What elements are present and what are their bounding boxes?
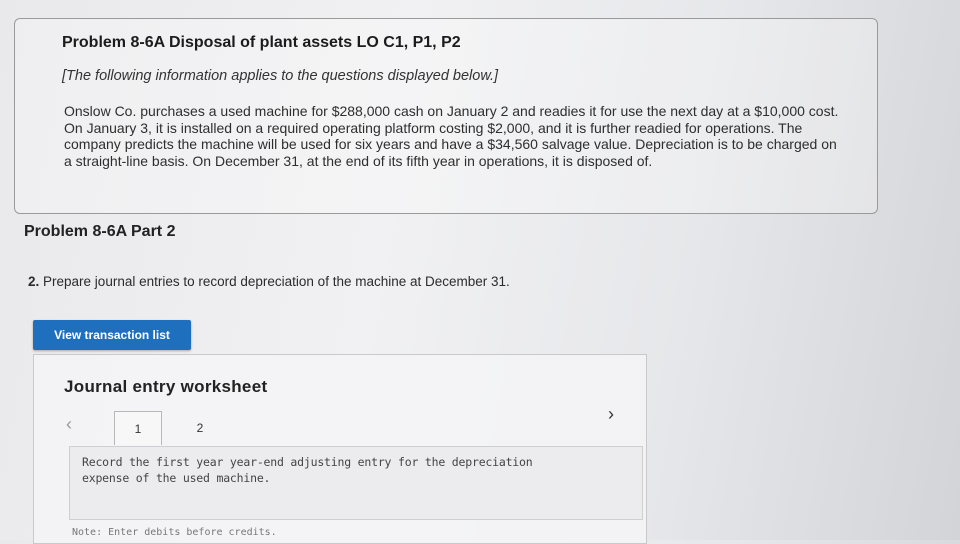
intro-note: [The following information applies to th… (62, 68, 499, 84)
chevron-right-icon[interactable]: › (608, 404, 614, 425)
problem-description: Onslow Co. purchases a used machine for … (64, 103, 839, 169)
part-title: Problem 8-6A Part 2 (24, 223, 176, 240)
question-text: Prepare journal entries to record deprec… (43, 274, 510, 289)
worksheet-tab-2[interactable]: 2 (176, 411, 224, 445)
worksheet-tab-1[interactable]: 1 (114, 411, 162, 445)
chevron-left-icon[interactable]: ‹ (66, 414, 72, 435)
instruction-text: Record the first year year-end adjusting… (82, 455, 533, 485)
question-number: 2. (28, 274, 40, 289)
question: 2. Prepare journal entries to record dep… (28, 274, 510, 289)
view-transaction-list-button[interactable]: View transaction list (33, 320, 191, 350)
worksheet-title: Journal entry worksheet (64, 377, 268, 396)
problem-title: Problem 8-6A Disposal of plant assets LO… (62, 34, 461, 51)
debits-credits-note: Note: Enter debits before credits. (72, 527, 277, 538)
